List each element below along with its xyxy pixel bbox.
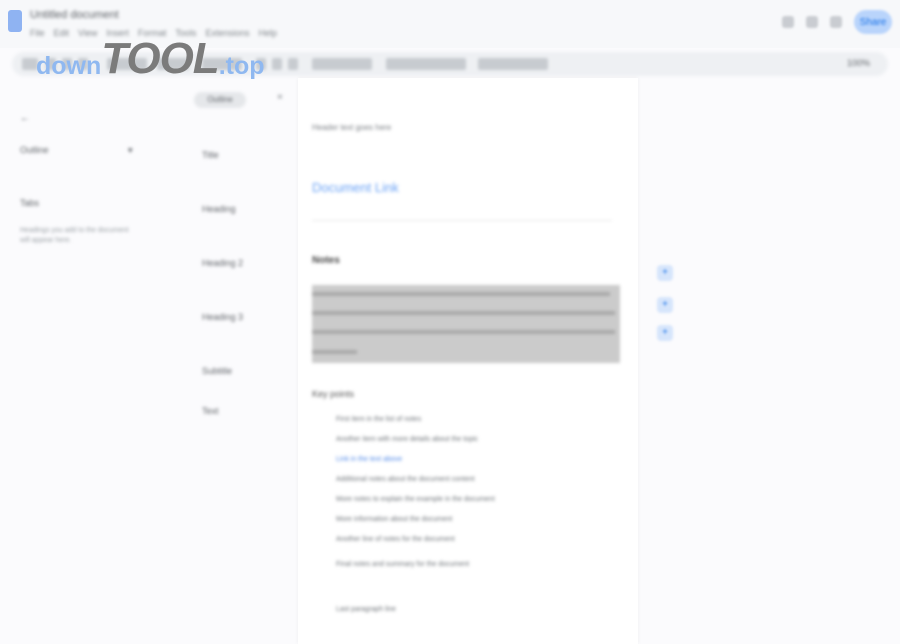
highlight-line xyxy=(312,350,357,354)
list-item[interactable]: Link in the text above xyxy=(336,456,402,463)
list-item[interactable]: More notes to explain the example in the… xyxy=(336,496,495,503)
highlighted-paragraph[interactable] xyxy=(312,285,620,363)
header-text[interactable]: Header text goes here xyxy=(312,123,391,132)
list-item[interactable]: Last paragraph line xyxy=(336,606,396,613)
list-item[interactable]: Another item with more details about the… xyxy=(336,436,478,443)
highlight-line xyxy=(312,292,610,296)
add-emoji-icon[interactable]: + xyxy=(657,297,673,313)
side-actions: + + + xyxy=(657,265,677,365)
subheading[interactable]: Key points xyxy=(312,389,354,399)
section-heading[interactable]: Notes xyxy=(312,255,340,266)
document-body: Header text goes here Document Link Note… xyxy=(0,0,900,644)
list-item[interactable]: Additional notes about the document cont… xyxy=(336,476,475,483)
list-item[interactable]: Final notes and summary for the document xyxy=(336,561,469,568)
add-comment-icon[interactable]: + xyxy=(657,265,673,281)
list-item[interactable]: More information about the document xyxy=(336,516,452,523)
list-item[interactable]: First item in the list of notes xyxy=(336,416,421,423)
divider xyxy=(312,220,612,221)
highlight-line xyxy=(312,311,615,315)
document-link[interactable]: Document Link xyxy=(312,180,399,195)
suggest-edits-icon[interactable]: + xyxy=(657,325,673,341)
list-item[interactable]: Another line of notes for the document xyxy=(336,536,455,543)
highlight-line xyxy=(312,330,615,334)
